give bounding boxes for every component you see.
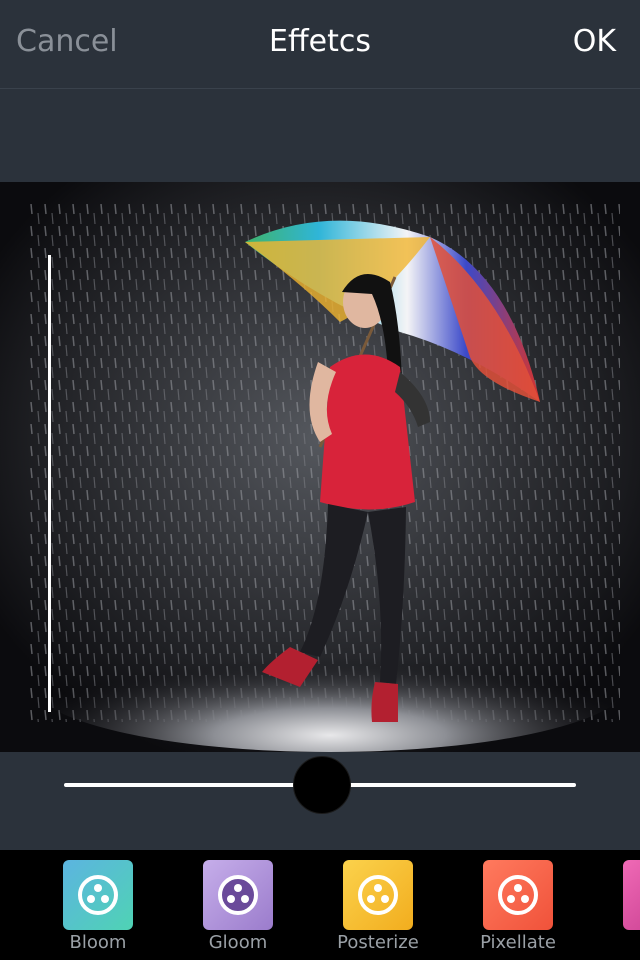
- dots-circle-icon: [218, 875, 258, 915]
- effect-posterize[interactable]: Posterize: [323, 860, 433, 960]
- spacer-area: [0, 89, 640, 182]
- gloom-tile: [203, 860, 273, 930]
- effect-partial[interactable]: E: [603, 860, 640, 960]
- intensity-slider: [0, 752, 640, 850]
- crop-guide-line: [48, 255, 51, 712]
- photo-preview: [0, 182, 640, 752]
- effect-label: Bloom: [69, 932, 127, 953]
- effect-gloom[interactable]: Gloom: [183, 860, 293, 960]
- dots-circle-icon: [498, 875, 538, 915]
- dots-circle-icon: [358, 875, 398, 915]
- bloom-tile: [63, 860, 133, 930]
- effect-bloom[interactable]: Bloom: [43, 860, 153, 960]
- posterize-tile: [343, 860, 413, 930]
- dots-circle-icon: [78, 875, 118, 915]
- effect-label: Gloom: [208, 932, 268, 953]
- ok-button[interactable]: OK: [573, 24, 616, 59]
- effects-bar: Bloom Gloom Posterize Pixellate: [0, 850, 640, 960]
- effect-label: Posterize: [337, 932, 419, 953]
- navigation-bar: Cancel Effetcs OK: [0, 0, 640, 89]
- partial-tile: [623, 860, 640, 930]
- pixellate-tile: [483, 860, 553, 930]
- effect-label: Pixellate: [480, 932, 556, 953]
- page-title: Effetcs: [269, 24, 371, 59]
- effect-label: E: [603, 932, 640, 953]
- slider-thumb[interactable]: [293, 756, 351, 814]
- effect-pixellate[interactable]: Pixellate: [463, 860, 573, 960]
- photo-image: [0, 182, 640, 752]
